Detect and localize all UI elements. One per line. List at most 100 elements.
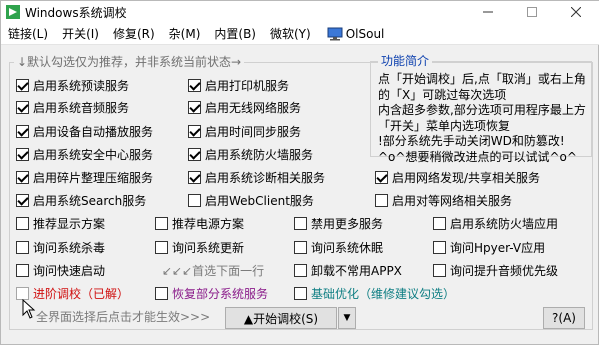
minimize-button[interactable] [466,1,510,23]
checkbox[interactable] [294,286,307,300]
option-label: 启用对等网络相关服务 [392,193,513,208]
checkbox[interactable] [188,147,201,161]
checkbox[interactable] [294,216,307,230]
option-wireless-service[interactable]: 启用无线网络服务 [188,98,301,116]
menu-switch[interactable]: 开关(I) [55,23,106,45]
start-tuning-label: ▲开始调校(S) [243,311,319,326]
option-restore-services[interactable]: 恢复部分系统服务 [155,284,268,302]
option-webclient-service[interactable]: 启用WebClient服务 [188,191,314,209]
checkbox[interactable] [16,193,29,207]
checkbox[interactable] [375,170,388,184]
option-label: 启用系统诊断相关服务 [205,170,326,185]
minimize-icon [483,11,493,13]
option-ask-hyperv[interactable]: 询问Hpyer-V应用 [433,238,545,256]
checkbox[interactable] [16,100,29,114]
maximize-button[interactable] [510,1,554,23]
option-prefetch-service[interactable]: 启用系统预读服务 [16,76,129,94]
option-peer-network-service[interactable]: 启用对等网络相关服务 [375,191,512,209]
checkbox[interactable] [294,263,307,277]
monitor-icon [327,27,343,40]
option-power-scheme[interactable]: 推荐电源方案 [155,214,244,232]
option-label: 禁用更多服务 [311,216,384,231]
checkbox[interactable] [16,216,29,230]
checkbox[interactable] [155,286,168,300]
menu-bar: 链接(L) 开关(I) 修复(R) 杂(M) 内置(B) 微软(Y) OlSou… [1,23,599,45]
menu-misc[interactable]: 杂(M) [162,23,208,45]
option-label: 启用系统音频服务 [33,100,130,115]
option-ask-system-update[interactable]: 询问系统更新 [155,238,244,256]
help-label: ?(A) [552,311,576,325]
info-text-body: 点「开始调校」后,点「取消」或右上角的「X」可跳过每次选项 内含超多参数,部分选… [378,72,586,164]
option-printer-service[interactable]: 启用打印机服务 [188,76,289,94]
option-label: 启用碎片整理压缩服务 [33,170,154,185]
option-basic-optimization[interactable]: 基础优化（维修建议勾选） [294,284,455,302]
option-diagnostics-service[interactable]: 启用系统诊断相关服务 [188,168,325,186]
checkbox[interactable] [16,78,29,92]
option-security-center-service[interactable]: 启用系统安全中心服务 [16,145,153,163]
option-autoplay-service[interactable]: 启用设备自动播放服务 [16,122,153,140]
option-network-discovery-service[interactable]: 启用网络发现/共享相关服务 [375,168,540,186]
checkbox[interactable] [16,124,29,138]
menu-olsoul[interactable]: OlSoul [318,23,392,45]
close-button[interactable] [554,1,598,23]
info-text: 点「开始调校」后,点「取消」或右上角的「X」可跳过每次选项 内含超多参数,部分选… [378,72,590,165]
menu-links[interactable]: 链接(L) [1,23,55,45]
option-label: 启用系统预读服务 [33,78,130,93]
checkbox[interactable] [188,100,201,114]
title-bar: Windows系统调校 [1,1,599,23]
option-label: 进阶调校（已解） [33,286,130,301]
checkbox[interactable] [188,78,201,92]
start-tuning-button[interactable]: ▲开始调校(S) [225,307,337,329]
option-uninstall-appx[interactable]: 卸载不常用APPX [294,261,402,279]
option-label: 启用WebClient服务 [205,193,314,208]
dropdown-arrow-icon: ▼ [343,313,351,323]
checkbox[interactable] [433,216,446,230]
option-label: 询问系统更新 [172,240,245,255]
menu-repair[interactable]: 修复(R) [106,23,162,45]
maximize-icon [527,7,537,17]
checkbox[interactable] [155,216,168,230]
checkbox[interactable] [16,263,29,277]
option-ask-fast-startup[interactable]: 询问快速启动 [16,261,105,279]
option-firewall-app[interactable]: 启用系统防火墙应用 [433,214,558,232]
checkbox[interactable] [16,170,29,184]
checkbox[interactable] [16,286,29,300]
option-audio-priority[interactable]: 询问提升音频优先级 [433,261,558,279]
option-label: 卸载不常用APPX [311,263,402,278]
option-defrag-service[interactable]: 启用碎片整理压缩服务 [16,168,153,186]
option-label: 启用打印机服务 [205,78,290,93]
option-label: 启用无线网络服务 [205,100,302,115]
option-label: 询问系统休眠 [311,240,384,255]
help-button[interactable]: ?(A) [543,307,585,329]
option-disable-more-services[interactable]: 禁用更多服务 [294,214,383,232]
options-legend: ↓默认勾选仅为推荐，并非系统当前状态→ [14,55,245,69]
option-label: 询问提升音频优先级 [450,263,559,278]
option-firewall-service[interactable]: 启用系统防火墙服务 [188,145,313,163]
checkbox[interactable] [188,124,201,138]
option-ask-hibernate[interactable]: 询问系统休眠 [294,238,383,256]
option-search-service[interactable]: 启用系统Search服务 [16,191,146,209]
start-tuning-dropdown[interactable]: ▼ [338,307,356,329]
window-title: Windows系统调校 [25,6,127,20]
option-time-sync-service[interactable]: 启用时间同步服务 [188,122,301,140]
option-label: 启用时间同步服务 [205,124,302,139]
checkbox[interactable] [16,147,29,161]
menu-microsoft[interactable]: 微软(Y) [263,23,318,45]
option-display-scheme[interactable]: 推荐显示方案 [16,214,105,232]
option-ask-antivirus[interactable]: 询问系统杀毒 [16,238,105,256]
menu-builtin[interactable]: 内置(B) [207,23,263,45]
checkbox[interactable] [155,240,168,254]
checkbox[interactable] [433,240,446,254]
option-label: 推荐显示方案 [33,216,106,231]
option-label: 询问Hpyer-V应用 [450,240,546,255]
checkbox[interactable] [375,193,388,207]
checkbox[interactable] [188,170,201,184]
checkbox[interactable] [16,240,29,254]
option-label: 启用系统安全中心服务 [33,147,154,162]
checkbox[interactable] [188,193,201,207]
option-label: 启用系统Search服务 [33,193,147,208]
checkbox[interactable] [433,263,446,277]
option-audio-service[interactable]: 启用系统音频服务 [16,98,129,116]
checkbox[interactable] [294,240,307,254]
option-label: 启用网络发现/共享相关服务 [392,170,541,185]
